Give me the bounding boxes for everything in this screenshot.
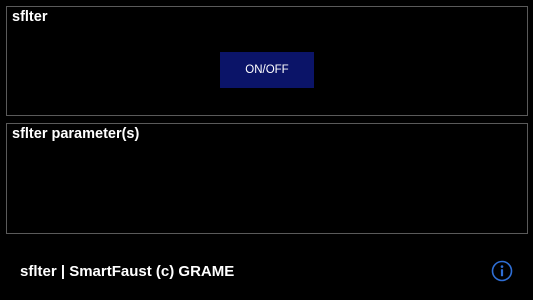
- dsp-panel: sflter ON/OFF: [6, 6, 528, 116]
- parameters-panel: sflter parameter(s): [6, 123, 528, 234]
- info-button[interactable]: [491, 260, 513, 282]
- panel-title: sflter: [12, 9, 48, 25]
- on-off-button[interactable]: ON/OFF: [220, 52, 314, 88]
- app-footer-label: sflter | SmartFaust (c) GRAME: [20, 263, 235, 280]
- info-icon: [491, 260, 513, 282]
- parameters-panel-title: sflter parameter(s): [12, 126, 140, 142]
